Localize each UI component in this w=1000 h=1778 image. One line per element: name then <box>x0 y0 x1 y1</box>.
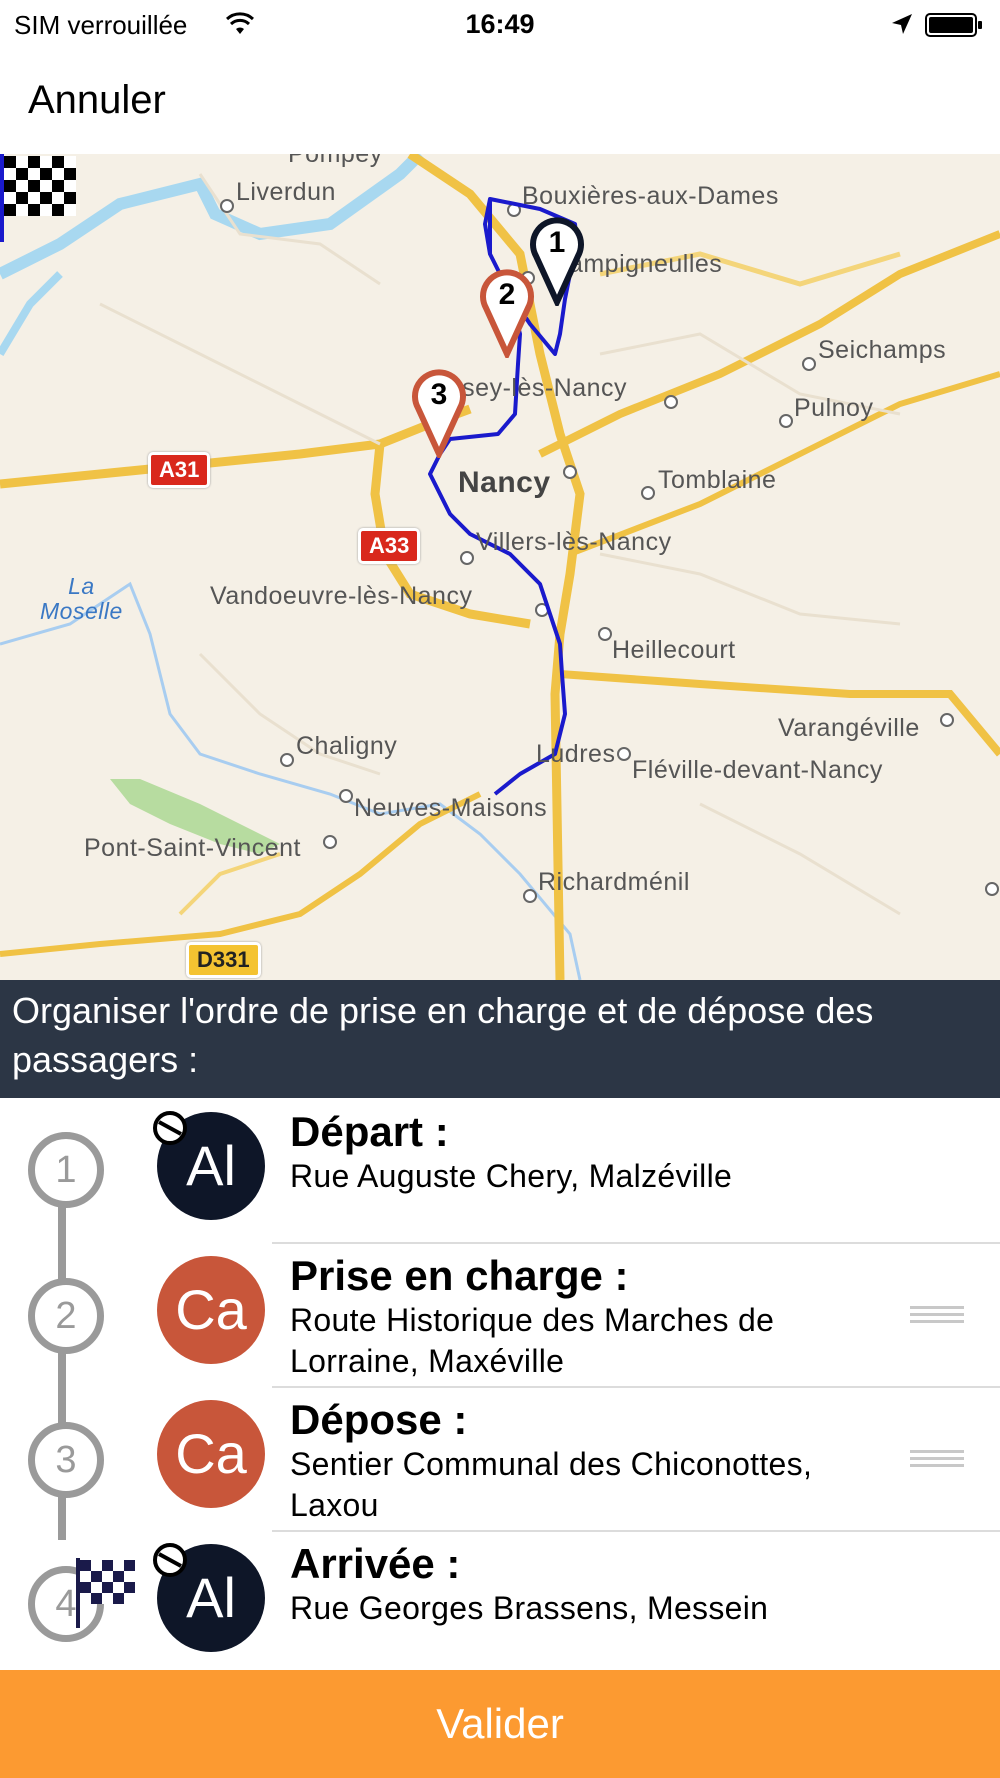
map-label: Pont-Saint-Vincent <box>84 834 301 862</box>
stop-title: Prise en charge : <box>290 1252 629 1299</box>
pin-number: 1 <box>548 226 566 259</box>
location-arrow-icon <box>892 14 912 34</box>
stop-address: Sentier Communal des Chiconottes, Laxou <box>290 1446 813 1523</box>
step-number: 1 <box>28 1132 104 1208</box>
map-label: Vandoeuvre-lès-Nancy <box>210 582 473 610</box>
stop-address: Route Historique des Marches de Lorraine… <box>290 1302 775 1379</box>
stop-address: Rue Georges Brassens, Messein <box>290 1590 769 1626</box>
map-label: Chaligny <box>296 732 398 760</box>
map-label: Varangéville <box>778 714 920 742</box>
stop-row-depart[interactable]: 1 Al Départ : Rue Auguste Chery, Malzévi… <box>0 1098 1000 1244</box>
map-label: Heillecourt <box>612 636 736 664</box>
map-pin-3[interactable]: 3 <box>412 368 466 468</box>
battery-icon <box>925 13 982 37</box>
map-label: Pulnoy <box>794 394 874 422</box>
reorder-handle-icon[interactable] <box>910 1306 964 1327</box>
cancel-button[interactable]: Annuler <box>28 78 166 123</box>
map-pin-2[interactable]: 2 <box>480 268 534 368</box>
map-label: Liverdun <box>236 178 336 206</box>
map-label: Ludres <box>536 740 616 768</box>
pin-number: 3 <box>430 378 448 411</box>
map-label: La Moselle <box>40 573 123 624</box>
map-label: Neuves-Maisons <box>354 794 548 822</box>
reorder-handle-icon[interactable] <box>910 1450 964 1471</box>
road-shield-a33: A33 <box>358 528 421 564</box>
map-label: Fléville-devant-Nancy <box>632 756 883 784</box>
clock: 16:49 <box>465 9 535 39</box>
stop-row-dropoff[interactable]: 3 Ca Dépose : Sentier Communal des Chico… <box>0 1388 1000 1532</box>
avatar: Ca <box>157 1400 265 1508</box>
stop-row-arrival[interactable]: 4 Al Arrivée : Rue Georges Brassens, Mes… <box>0 1532 1000 1676</box>
finish-flag-icon <box>76 1558 136 1628</box>
step-number: 2 <box>28 1278 104 1354</box>
road-shield-d331: D331 <box>186 942 261 978</box>
map-pin-1[interactable]: 1 <box>530 216 584 316</box>
stop-address: Rue Auguste Chery, Malzéville <box>290 1158 733 1194</box>
validate-button[interactable]: Valider <box>0 1670 1000 1778</box>
stop-title: Départ : <box>290 1108 449 1155</box>
step-number: 3 <box>28 1422 104 1498</box>
map-label: Seichamps <box>818 336 947 364</box>
stop-title: Dépose : <box>290 1396 468 1443</box>
map-label: Nancy <box>458 466 551 499</box>
stop-list: 1 Al Départ : Rue Auguste Chery, Malzévi… <box>0 1098 1000 1670</box>
finish-flag-icon[interactable] <box>0 154 80 244</box>
locked-icon <box>153 1111 187 1145</box>
stop-row-pickup[interactable]: 2 Ca Prise en charge : Route Historique … <box>0 1244 1000 1388</box>
map-label: Bouxières-aux-Dames <box>522 182 779 210</box>
pin-number: 2 <box>498 278 516 311</box>
nav-bar: Annuler <box>0 52 1000 154</box>
map-label: Villers-lès-Nancy <box>476 528 672 556</box>
status-bar: SIM verrouillée 16:49 <box>0 0 1000 52</box>
map-label: Tomblaine <box>658 466 777 494</box>
map-label: Richardménil <box>538 868 690 896</box>
map-label: Pompey <box>288 154 383 168</box>
instruction-banner: Organiser l'ordre de prise en charge et … <box>0 980 1000 1098</box>
locked-icon <box>153 1543 187 1577</box>
stop-title: Arrivée : <box>290 1540 461 1587</box>
road-shield-a31: A31 <box>148 452 211 488</box>
avatar: Ca <box>157 1256 265 1364</box>
route-map[interactable]: Pompey Liverdun Bouxières-aux-Dames Cham… <box>0 154 1000 980</box>
